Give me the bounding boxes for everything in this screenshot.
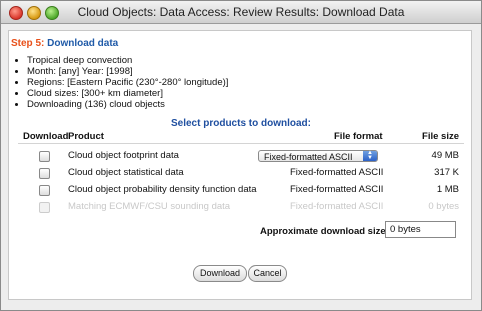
product-name: Cloud object probability density functio…: [68, 184, 257, 195]
product-name: Cloud object footprint data: [68, 150, 179, 161]
file-format-selected: Fixed-formatted ASCII: [264, 152, 353, 162]
product-name: Cloud object statistical data: [68, 167, 184, 178]
download-checkbox-pdf[interactable]: [39, 185, 50, 196]
file-format: Fixed-formatted ASCII: [290, 167, 384, 178]
file-size: 317 K: [434, 167, 459, 178]
product-name: Matching ECMWF/CSU sounding data: [68, 201, 231, 212]
header-divider: [18, 143, 464, 144]
file-format: Fixed-formatted ASCII: [290, 184, 384, 195]
query-summary: Tropical deep convection Month: [any] Ye…: [17, 55, 228, 110]
summary-item: Month: [any] Year: [1998]: [27, 66, 228, 77]
table-row: Cloud object probability density functio…: [0, 184, 482, 198]
title-bar: Cloud Objects: Data Access: Review Resul…: [1, 1, 481, 24]
table-row: Cloud object footprint data Fixed-format…: [0, 150, 482, 164]
step-heading: Step 5: Download data: [11, 38, 118, 49]
step-number: Step 5:: [11, 38, 45, 49]
column-header-format: File format: [334, 131, 383, 142]
column-header-size: File size: [422, 131, 459, 142]
summary-item: Downloading (136) cloud objects: [27, 99, 228, 110]
table-row: Matching ECMWF/CSU sounding data Fixed-f…: [0, 201, 482, 215]
file-size: 49 MB: [431, 150, 459, 161]
download-checkbox-footprint[interactable]: [39, 151, 50, 162]
summary-item: Tropical deep convection: [27, 55, 228, 66]
download-size-field[interactable]: 0 bytes: [385, 221, 456, 238]
window-title: Cloud Objects: Data Access: Review Resul…: [77, 5, 405, 19]
file-format-select[interactable]: Fixed-formatted ASCII ▲ ▼: [258, 150, 378, 162]
summary-item: Cloud sizes: [300+ km diameter]: [27, 88, 228, 99]
download-checkbox-sounding: [39, 202, 50, 213]
column-header-download: Download: [23, 131, 69, 142]
file-size: 1 MB: [436, 184, 459, 195]
table-row: Cloud object statistical data Fixed-form…: [0, 167, 482, 181]
cancel-button[interactable]: Cancel: [248, 265, 287, 282]
download-size-label: Approximate download size:: [260, 226, 389, 237]
step-label: Download data: [47, 38, 119, 49]
file-format: Fixed-formatted ASCII: [290, 201, 384, 212]
select-products-heading: Select products to download:: [170, 118, 311, 129]
download-checkbox-statistical[interactable]: [39, 168, 50, 179]
file-size: 0 bytes: [428, 201, 459, 212]
select-arrows-icon: ▲ ▼: [363, 150, 377, 161]
summary-item: Regions: [Eastern Pacific (230°-280° lon…: [27, 77, 228, 88]
download-button[interactable]: Download: [193, 265, 247, 282]
column-header-product: Product: [68, 131, 104, 142]
